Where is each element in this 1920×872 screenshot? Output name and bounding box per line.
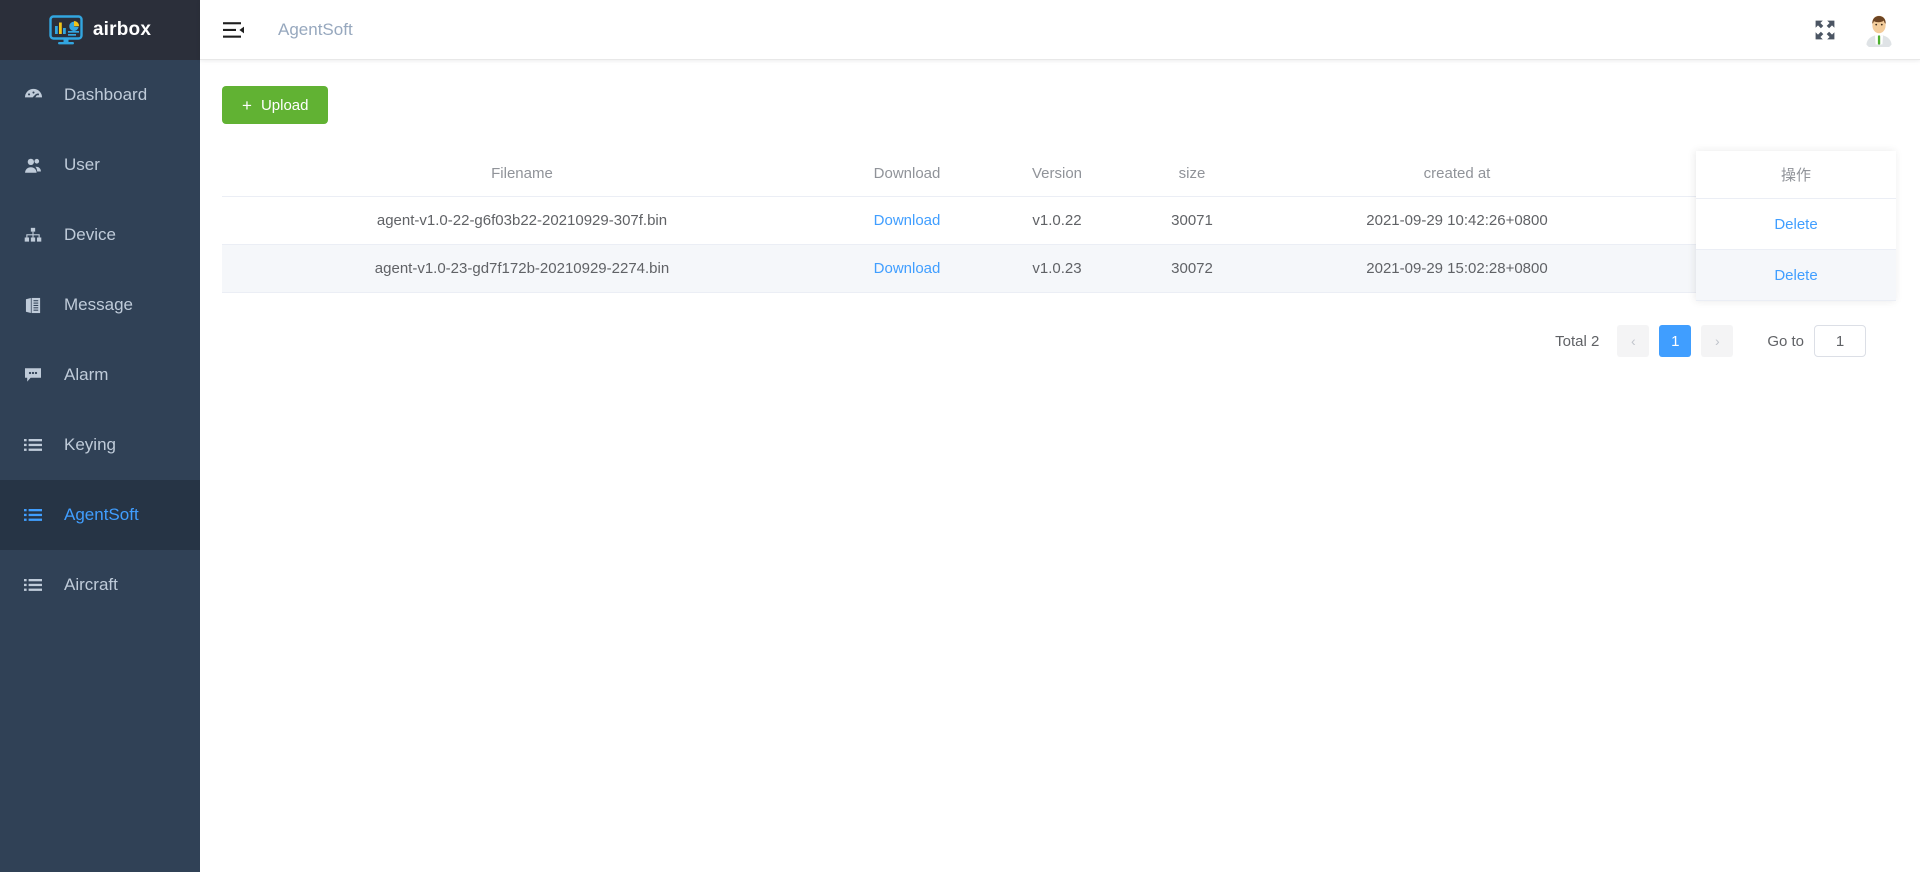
cell-size: 30071 — [1122, 196, 1262, 245]
pagination-goto-input[interactable] — [1814, 325, 1866, 357]
column-header-size: size — [1122, 151, 1262, 197]
pagination: Total 2 ‹ 1 › Go to — [222, 325, 1896, 357]
top-bar: AgentSoft — [200, 0, 1920, 60]
file-table: Filename Download Version size created a… — [222, 151, 1896, 293]
hamburger-collapse-icon[interactable] — [222, 18, 246, 42]
sidebar-item-label: AgentSoft — [64, 505, 139, 524]
cell-download: Download — [822, 244, 992, 293]
main-area: AgentSoft + Upload Filename Download Ver… — [200, 0, 1920, 872]
sidebar-item-label: User — [64, 155, 100, 174]
cell-filename: agent-v1.0-23-gd7f172b-20210929-2274.bin — [222, 244, 822, 293]
column-header-action: 操作 — [1696, 151, 1896, 199]
monitor-chart-icon — [49, 15, 83, 45]
sidebar-item-aircraft[interactable]: Aircraft — [0, 550, 200, 620]
upload-button-label: Upload — [260, 96, 309, 114]
pagination-goto-label: Go to — [1767, 332, 1804, 350]
cell-filename: agent-v1.0-22-g6f03b22-20210929-307f.bin — [222, 196, 822, 245]
download-link[interactable]: Download — [874, 260, 941, 277]
sidebar-item-keying[interactable]: Keying — [0, 410, 200, 480]
cell-download: Download — [822, 196, 992, 245]
cell-created-at: 2021-09-29 10:42:26+0800 — [1262, 196, 1652, 245]
download-link[interactable]: Download — [874, 212, 941, 229]
pagination-next-button[interactable]: › — [1701, 325, 1734, 357]
delete-link[interactable]: Delete — [1774, 267, 1817, 284]
sidebar: airbox Dashboard User Device Message Ala… — [0, 0, 200, 872]
column-header-created-at: created at — [1262, 151, 1652, 197]
cell-version: v1.0.23 — [992, 244, 1122, 293]
user-avatar[interactable] — [1862, 13, 1896, 47]
sidebar-item-agentsoft[interactable]: AgentSoft — [0, 480, 200, 550]
pagination-total: Total 2 — [1555, 332, 1600, 350]
sidebar-item-label: Device — [64, 225, 116, 244]
list-icon — [20, 575, 46, 595]
gauge-icon — [20, 85, 46, 105]
brand-logo[interactable]: airbox — [0, 0, 200, 60]
sidebar-nav: Dashboard User Device Message Alarm Keyi… — [0, 60, 200, 872]
app-root: airbox Dashboard User Device Message Ala… — [0, 0, 1920, 872]
pagination-page-1[interactable]: 1 — [1659, 325, 1692, 357]
cell-version: v1.0.22 — [992, 196, 1122, 245]
pagination-prev-button[interactable]: ‹ — [1617, 325, 1650, 357]
action-column-fixed: 操作 Delete Delete — [1696, 151, 1896, 301]
sidebar-item-label: Alarm — [64, 365, 109, 384]
fullscreen-expand-icon[interactable] — [1814, 19, 1836, 41]
sidebar-item-dashboard[interactable]: Dashboard — [0, 60, 200, 130]
topbar-right-actions — [1814, 13, 1896, 47]
sidebar-item-user[interactable]: User — [0, 130, 200, 200]
user-icon — [20, 155, 46, 175]
list-icon — [20, 505, 46, 525]
upload-button[interactable]: + Upload — [222, 86, 329, 124]
action-cell: Delete — [1696, 199, 1896, 250]
sidebar-item-device[interactable]: Device — [0, 200, 200, 270]
sidebar-item-alarm[interactable]: Alarm — [0, 340, 200, 410]
table-header-row: Filename Download Version size created a… — [222, 151, 1896, 197]
sidebar-item-label: Aircraft — [64, 575, 118, 594]
column-header-filename: Filename — [222, 151, 822, 197]
sidebar-item-label: Dashboard — [64, 85, 148, 104]
list-icon — [20, 435, 46, 455]
action-cell: Delete — [1696, 250, 1896, 301]
table-head: Filename Download Version size created a… — [222, 151, 1896, 197]
brand-name: airbox — [92, 19, 152, 40]
sidebar-item-label: Keying — [64, 435, 116, 454]
sidebar-item-label: Message — [64, 295, 133, 314]
content-area: + Upload Filename Download Version size … — [200, 60, 1920, 872]
sidebar-item-message[interactable]: Message — [0, 270, 200, 340]
table-row[interactable]: agent-v1.0-22-g6f03b22-20210929-307f.bin… — [222, 196, 1896, 245]
cell-size: 30072 — [1122, 244, 1262, 293]
breadcrumb[interactable]: AgentSoft — [278, 20, 353, 40]
sitemap-icon — [20, 225, 46, 245]
column-header-version: Version — [992, 151, 1122, 197]
column-header-download: Download — [822, 151, 992, 197]
cell-created-at: 2021-09-29 15:02:28+0800 — [1262, 244, 1652, 293]
table-row[interactable]: agent-v1.0-23-gd7f172b-20210929-2274.bin… — [222, 244, 1896, 293]
table-body: agent-v1.0-22-g6f03b22-20210929-307f.bin… — [222, 196, 1896, 293]
plus-icon: + — [242, 95, 252, 115]
delete-link[interactable]: Delete — [1774, 216, 1817, 233]
book-icon — [20, 295, 46, 315]
comment-icon — [20, 365, 46, 385]
file-table-wrapper: Filename Download Version size created a… — [222, 151, 1896, 301]
